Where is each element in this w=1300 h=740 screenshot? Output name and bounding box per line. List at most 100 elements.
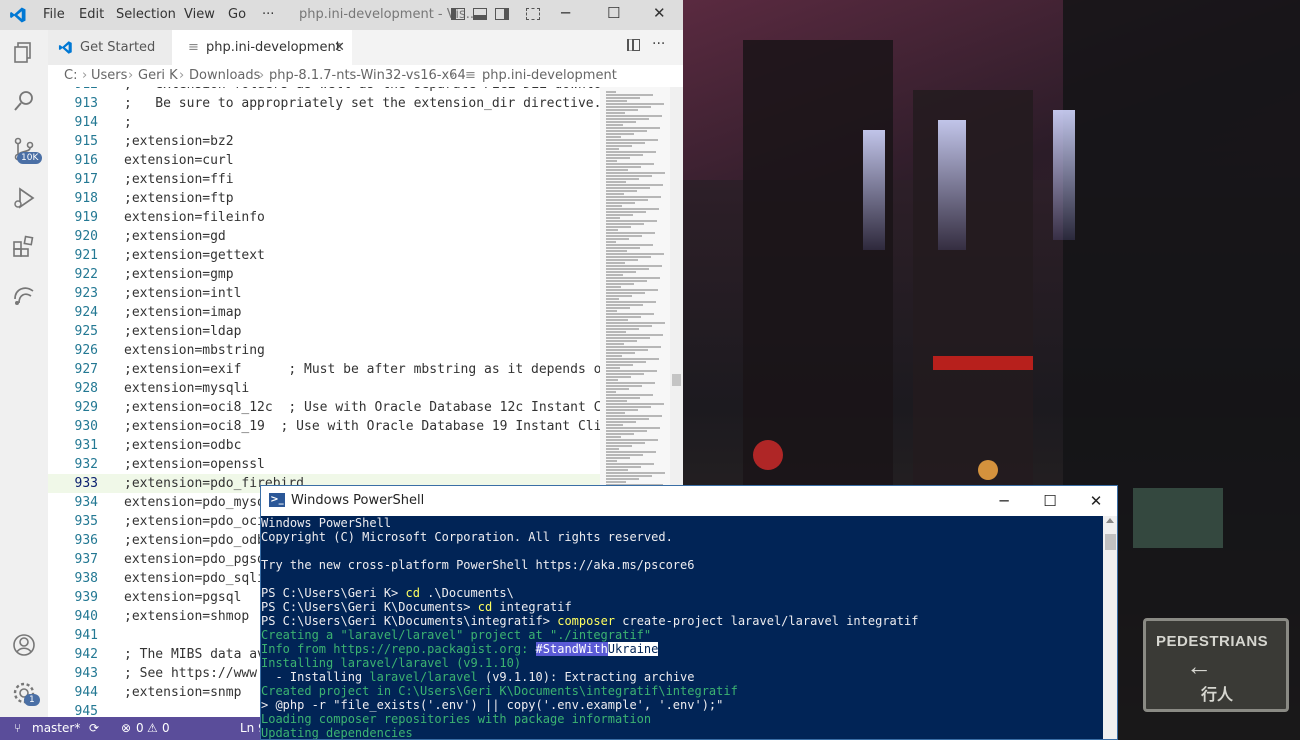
toggle-panel-icon[interactable] [473,8,487,20]
minimize-button[interactable]: ─ [561,4,570,22]
maximize-button[interactable]: ☐ [607,4,620,22]
title-bar: File Edit Selection View Go ··· php.ini-… [0,0,683,30]
tab-php-ini-development[interactable]: ≡ php.ini-development ✕ [172,30,352,65]
menu-selection[interactable]: Selection [116,7,176,22]
breadcrumb-item[interactable]: php-8.1.7-nts-Win32-vs16-x64 [269,65,466,87]
line-text: ;extension=ffi [124,172,234,187]
code-line[interactable]: 929 ;extension=oci8_12c ; Use with Oracle… [48,398,600,417]
line-text: ;extension=ldap [124,324,242,339]
accounts-icon[interactable] [11,632,37,658]
toggle-sidebar-icon[interactable] [451,8,465,20]
breadcrumb-item[interactable]: Downloads [189,65,260,87]
console-line: Updating dependencies [261,726,413,740]
console-text: - Installing [261,670,370,684]
line-number: 944 [74,685,98,700]
line-number: 922 [74,267,98,282]
scrollbar-thumb[interactable] [672,374,681,386]
line-number: 928 [74,381,98,396]
tab-get-started[interactable]: Get Started [48,30,172,65]
close-button[interactable]: ✕ [653,4,666,22]
code-line[interactable]: 916 extension=curl [48,151,600,170]
errors-count[interactable]: 0 [136,717,144,740]
line-number: 934 [74,495,98,510]
line-number: 923 [74,286,98,301]
file-lines-icon: ≡ [465,68,476,83]
code-line[interactable]: 912 ; extension folders as well as the se… [48,87,600,94]
menu-file[interactable]: File [43,7,65,22]
scroll-up-icon[interactable] [1106,518,1114,523]
breadcrumb-item[interactable]: php.ini-development [482,65,617,87]
code-line[interactable]: 913 ; Be sure to appropriately set the ex… [48,94,600,113]
pedestrians-sign: PEDESTRIANS ← 行人 [1143,618,1289,712]
line-text: extension=pdo_sqlite [124,571,281,586]
code-line[interactable]: 928 extension=mysqli [48,379,600,398]
code-line[interactable]: 922 ;extension=gmp [48,265,600,284]
maximize-button[interactable]: ☐ [1027,486,1073,516]
line-number: 927 [74,362,98,377]
code-line[interactable]: 917 ;extension=ffi [48,170,600,189]
line-text: extension=mysqli [124,381,250,396]
breadcrumb-item[interactable]: C: [64,65,77,87]
line-number: 932 [74,457,98,472]
powershell-window: >_ Windows PowerShell ─ ☐ ✕ Windows Powe… [260,485,1118,740]
activity-bar: 10K 1 [0,30,48,717]
customize-layout-icon[interactable] [526,8,540,20]
warnings-count[interactable]: 0 [162,717,170,740]
menu-view[interactable]: View [184,7,215,22]
close-tab-icon[interactable]: ✕ [334,30,345,65]
line-text: ; extension folders as well as the separ… [124,87,600,94]
code-line[interactable]: 927 ;extension=exif ; Must be after mbstr… [48,360,600,379]
line-number: 939 [74,590,98,605]
console-text: Info from https://repo.packagist.org: [261,642,536,656]
code-line[interactable]: 932 ;extension=openssl [48,455,600,474]
sync-icon[interactable]: ⟳ [89,717,99,740]
code-line[interactable]: 919 extension=fileinfo [48,208,600,227]
line-number: 913 [74,96,98,111]
code-line[interactable]: 921 ;extension=gettext [48,246,600,265]
console-line: Creating a "laravel/laravel" project at … [261,628,651,642]
code-line[interactable]: 924 ;extension=imap [48,303,600,322]
line-text: ;extension=exif ; Must be after mbstring… [124,362,600,377]
menu-more[interactable]: ··· [262,7,274,22]
menu-edit[interactable]: Edit [79,7,104,22]
search-icon[interactable] [11,88,37,114]
menu-go[interactable]: Go [228,7,246,22]
code-line[interactable]: 925 ;extension=ldap [48,322,600,341]
run-debug-icon[interactable] [11,185,37,211]
console-text: Installing laravel/laravel (v9.1.10) [261,656,522,670]
git-branch[interactable]: master* [32,717,80,740]
code-line[interactable]: 930 ;extension=oci8_19 ; Use with Oracle … [48,417,600,436]
console-scrollbar[interactable] [1103,516,1117,739]
line-number: 914 [74,115,98,130]
line-text: ;extension=oci8_12c ; Use with Oracle Da… [124,400,600,415]
breadcrumb-item[interactable]: Geri K [138,65,178,87]
extensions-icon[interactable] [11,233,37,259]
code-line[interactable]: 923 ;extension=intl [48,284,600,303]
code-line[interactable]: 926 extension=mbstring [48,341,600,360]
console-line: Installing laravel/laravel (v9.1.10) [261,656,521,670]
code-line[interactable]: 931 ;extension=odbc [48,436,600,455]
console-text: Updating dependencies [261,726,413,740]
code-line[interactable]: 920 ;extension=gd [48,227,600,246]
toggle-secondary-sidebar-icon[interactable] [495,8,509,20]
minimize-button[interactable]: ─ [981,486,1027,516]
console-output[interactable]: Windows PowerShell Copyright (C) Microsof… [261,516,1106,740]
console-line: Windows PowerShell [261,516,391,530]
more-actions-icon[interactable]: ··· [652,36,665,52]
line-text: ;extension=imap [124,305,242,320]
explorer-icon[interactable] [11,40,37,66]
console-text: Try the new cross-platform PowerShell ht… [261,558,695,572]
line-text: extension=pdo_mysql [124,495,273,510]
line-text: ;extension=pdo_odbc [124,533,273,548]
close-button[interactable]: ✕ [1073,486,1117,516]
code-line[interactable]: 914; [48,113,600,132]
line-number: 943 [74,666,98,681]
line-number: 920 [74,229,98,244]
code-line[interactable]: 915 ;extension=bz2 [48,132,600,151]
split-editor-icon[interactable] [627,39,640,51]
remote-explorer-icon[interactable] [11,281,37,307]
line-number: 930 [74,419,98,434]
code-line[interactable]: 918 ;extension=ftp [48,189,600,208]
scrollbar-thumb[interactable] [1105,534,1116,550]
breadcrumb-item[interactable]: Users [91,65,127,87]
